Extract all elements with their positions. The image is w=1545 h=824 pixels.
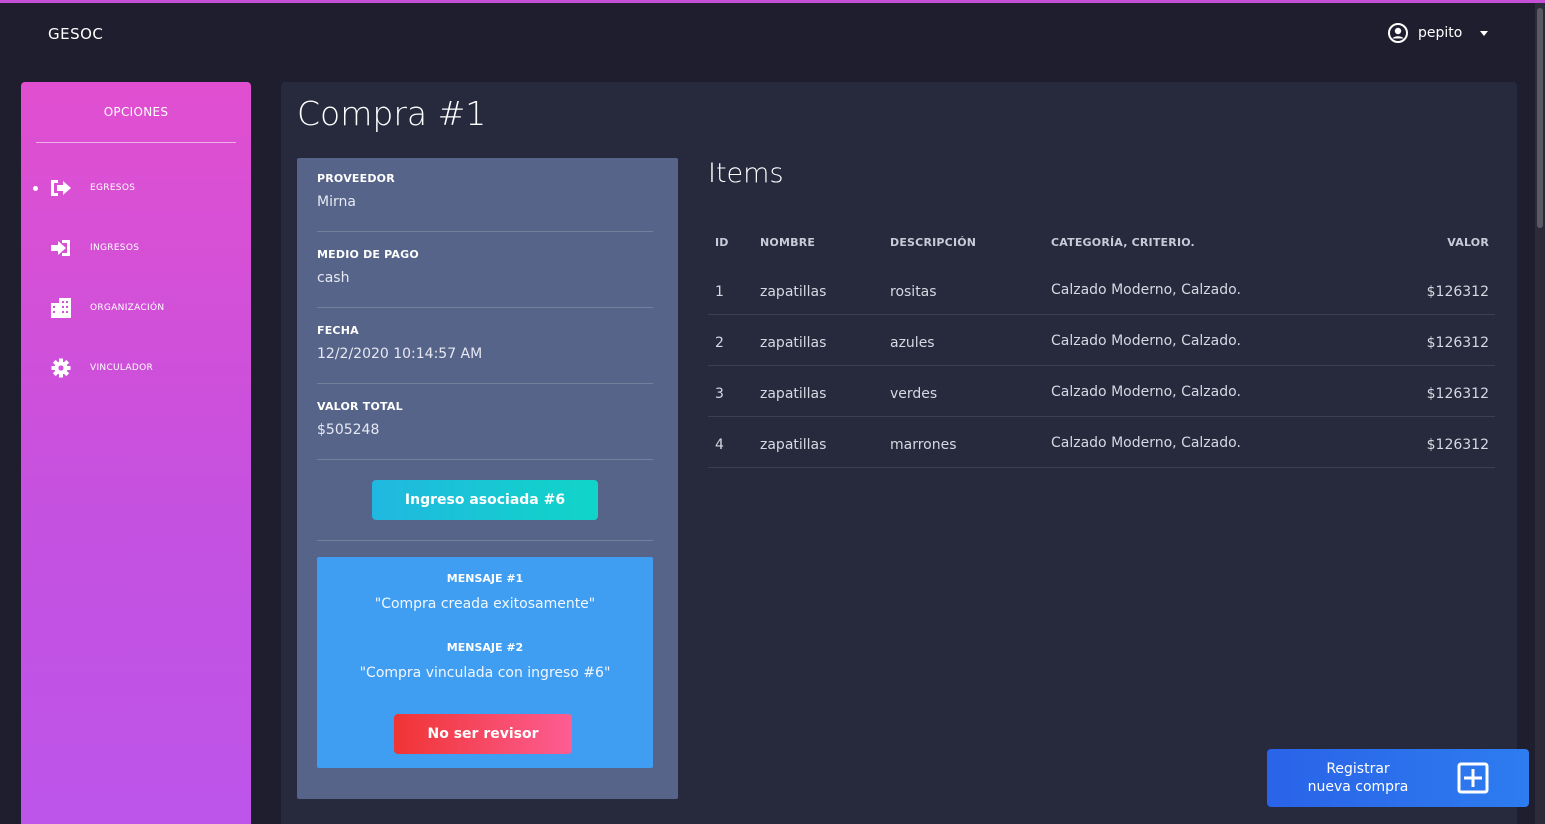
- items-title: Items: [708, 158, 784, 189]
- field-medio-de-pago: MEDIO DE PAGO cash: [317, 248, 653, 286]
- page-scrollbar-thumb[interactable]: [1537, 8, 1543, 228]
- sidebar-item-vinculador[interactable]: VINCULADOR: [21, 348, 251, 388]
- cell-valor: $126312: [1426, 437, 1489, 453]
- field-fecha: FECHA 12/2/2020 10:14:57 AM: [317, 324, 653, 362]
- column-header-nombre: NOMBRE: [760, 236, 816, 249]
- field-value: 12/2/2020 10:14:57 AM: [317, 346, 483, 362]
- registrar-button-label: Registrar nueva compra: [1287, 760, 1429, 796]
- field-divider: [317, 383, 653, 384]
- field-value: $505248: [317, 422, 380, 438]
- cell-descripcion: rositas: [890, 284, 937, 300]
- cell-descripcion: azules: [890, 335, 935, 351]
- no-ser-revisor-button[interactable]: No ser revisor: [394, 714, 572, 754]
- main-panel: Compra #1 PROVEEDOR Mirna MEDIO DE PAGO …: [281, 82, 1517, 824]
- user-circle-icon: [1388, 23, 1408, 43]
- brand-logo-text[interactable]: GESOC: [48, 25, 103, 43]
- user-name: pepito: [1418, 25, 1463, 41]
- field-value: cash: [317, 270, 350, 286]
- sign-out-icon: [51, 180, 71, 196]
- cell-categoria: Calzado Moderno, Calzado.: [1051, 282, 1241, 298]
- sidebar-item-label: ORGANIZACIÓN: [90, 303, 165, 313]
- table-row: 3 zapatillas verdes Calzado Moderno, Cal…: [708, 366, 1495, 417]
- message-title: MENSAJE #1: [446, 572, 524, 585]
- sign-in-icon: [51, 240, 70, 256]
- sidebar-item-label: VINCULADOR: [90, 363, 154, 373]
- field-divider: [317, 459, 653, 460]
- cell-id: 4: [715, 437, 724, 453]
- sidebar-item-organizacion[interactable]: ORGANIZACIÓN: [21, 288, 251, 328]
- field-label: VALOR TOTAL: [317, 400, 403, 413]
- column-header-id: ID: [715, 236, 729, 249]
- page-title: Compra #1: [297, 94, 487, 133]
- table-row: 1 zapatillas rositas Calzado Moderno, Ca…: [708, 264, 1495, 315]
- sidebar-item-egresos[interactable]: EGRESOS: [21, 168, 251, 208]
- sidebar-divider: [36, 142, 236, 143]
- messages-box: MENSAJE #1 "Compra creada exitosamente" …: [317, 557, 653, 768]
- sidebar-item-label: INGRESOS: [90, 243, 140, 253]
- message-text: "Compra vinculada con ingreso #6": [359, 665, 611, 681]
- items-table: ID NOMBRE DESCRIPCIÓN CATEGORÍA, CRITERI…: [708, 224, 1495, 468]
- plus-square-icon: [1457, 762, 1489, 794]
- field-valor-total: VALOR TOTAL $505248: [317, 400, 653, 438]
- chevron-down-icon: [1480, 30, 1489, 36]
- cell-nombre: zapatillas: [760, 284, 827, 300]
- field-proveedor: PROVEEDOR Mirna: [317, 172, 653, 210]
- cell-categoria: Calzado Moderno, Calzado.: [1051, 384, 1241, 400]
- message-text: "Compra creada exitosamente": [374, 596, 596, 612]
- column-header-descripcion: DESCRIPCIÓN: [890, 236, 977, 249]
- sidebar-item-label: EGRESOS: [90, 183, 136, 193]
- cell-valor: $126312: [1426, 284, 1489, 300]
- column-header-valor: VALOR: [1447, 236, 1489, 249]
- column-header-categoria: CATEGORÍA, CRITERIO.: [1051, 236, 1195, 249]
- cell-valor: $126312: [1426, 335, 1489, 351]
- cell-nombre: zapatillas: [760, 335, 827, 351]
- user-menu[interactable]: pepito: [1388, 23, 1489, 43]
- cell-nombre: zapatillas: [760, 386, 827, 402]
- active-indicator-dot: [33, 185, 38, 191]
- message-title: MENSAJE #2: [446, 641, 524, 654]
- registrar-label-line1: Registrar: [1326, 761, 1390, 777]
- table-row: 2 zapatillas azules Calzado Moderno, Cal…: [708, 315, 1495, 366]
- cell-nombre: zapatillas: [760, 437, 827, 453]
- ingreso-asociado-button[interactable]: Ingreso asociada #6: [372, 480, 598, 520]
- field-label: FECHA: [317, 324, 359, 337]
- cell-descripcion: verdes: [890, 386, 938, 402]
- field-divider: [317, 307, 653, 308]
- sidebar-title: OPCIONES: [103, 105, 169, 119]
- cell-id: 1: [715, 284, 724, 300]
- cell-id: 3: [715, 386, 724, 402]
- cell-descripcion: marrones: [890, 437, 957, 453]
- building-icon: [51, 298, 71, 318]
- gear-icon: [51, 358, 71, 378]
- registrar-nueva-compra-button[interactable]: Registrar nueva compra: [1267, 749, 1529, 807]
- purchase-detail-card: PROVEEDOR Mirna MEDIO DE PAGO cash FECHA…: [297, 158, 678, 799]
- field-label: PROVEEDOR: [317, 172, 395, 185]
- cell-id: 2: [715, 335, 724, 351]
- field-value: Mirna: [317, 194, 356, 210]
- cell-categoria: Calzado Moderno, Calzado.: [1051, 435, 1241, 451]
- sidebar: OPCIONES EGRESOS INGRESOS ORGANIZACIÓN V…: [21, 82, 251, 824]
- field-divider: [317, 231, 653, 232]
- cell-valor: $126312: [1426, 386, 1489, 402]
- table-header: ID NOMBRE DESCRIPCIÓN CATEGORÍA, CRITERI…: [708, 224, 1495, 264]
- top-navbar: GESOC pepito: [0, 3, 1535, 65]
- cell-categoria: Calzado Moderno, Calzado.: [1051, 333, 1241, 349]
- registrar-label-line2: nueva compra: [1307, 779, 1409, 795]
- field-label: MEDIO DE PAGO: [317, 248, 419, 261]
- field-divider: [317, 540, 653, 541]
- table-row: 4 zapatillas marrones Calzado Moderno, C…: [708, 417, 1495, 468]
- sidebar-item-ingresos[interactable]: INGRESOS: [21, 228, 251, 268]
